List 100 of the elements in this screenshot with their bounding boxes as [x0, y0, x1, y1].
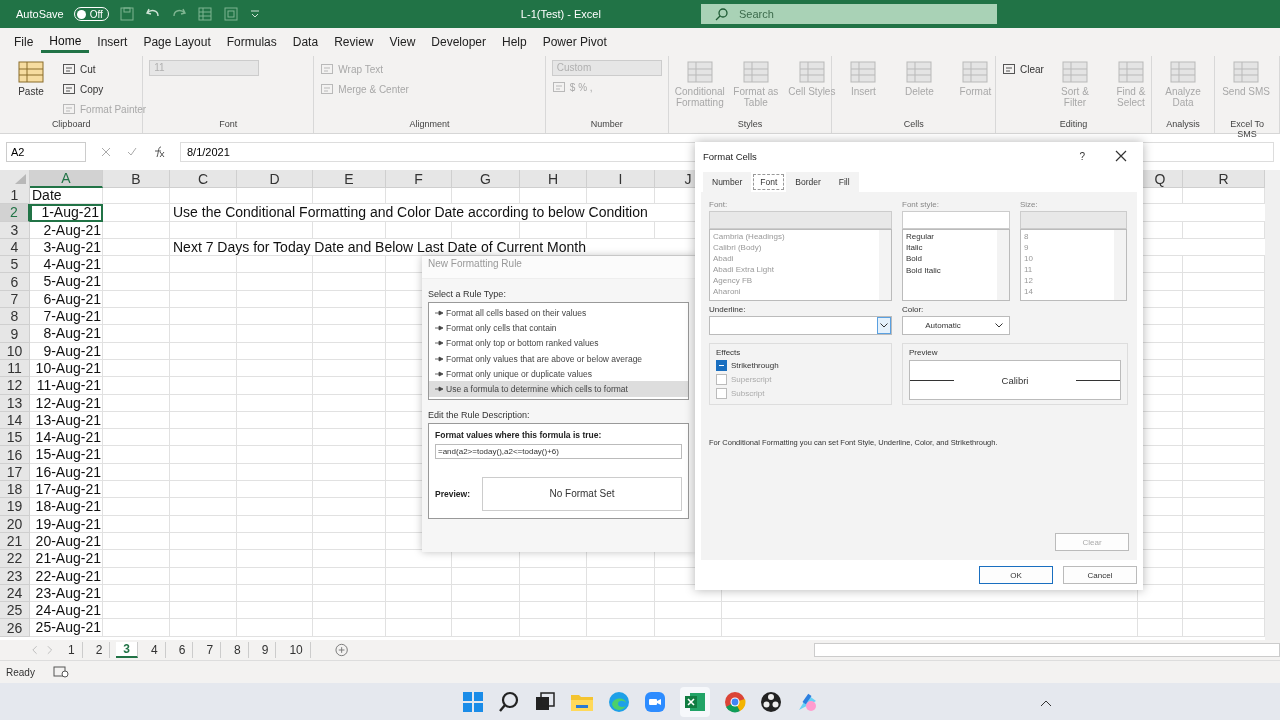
- column-header[interactable]: B: [103, 170, 170, 188]
- row-header[interactable]: 6: [0, 273, 30, 291]
- menu-tab[interactable]: Data: [284, 29, 327, 55]
- help-button[interactable]: ?: [1079, 150, 1085, 162]
- row-header[interactable]: 16: [0, 446, 30, 464]
- ribbon-command[interactable]: Paste: [6, 60, 56, 118]
- column-header[interactable]: A: [30, 170, 103, 188]
- dialog-tab[interactable]: Border: [786, 172, 830, 192]
- effect-checkbox[interactable]: Strikethrough: [716, 360, 885, 371]
- dialog-button[interactable]: OK: [979, 566, 1053, 584]
- font-style-input[interactable]: [902, 211, 1010, 229]
- menu-tab[interactable]: View: [381, 29, 424, 55]
- sheet-tab[interactable]: 6: [171, 642, 194, 658]
- function-icon[interactable]: [152, 146, 166, 158]
- row-header[interactable]: 12: [0, 377, 30, 395]
- sheet-tab[interactable]: 2: [88, 642, 111, 658]
- row-header[interactable]: 1: [0, 187, 30, 205]
- font-style-option[interactable]: Italic: [906, 243, 994, 255]
- sheet-tab[interactable]: 4: [144, 642, 166, 658]
- add-sheet-icon[interactable]: [334, 643, 349, 657]
- column-header[interactable]: D: [237, 170, 313, 188]
- accessibility-icon[interactable]: [52, 666, 69, 678]
- menu-tab[interactable]: Power Pivot: [534, 29, 615, 55]
- menu-tab[interactable]: Formulas: [218, 29, 285, 55]
- horizontal-scrollbar[interactable]: [814, 643, 1280, 657]
- menu-tab[interactable]: Home: [41, 31, 90, 53]
- row-header[interactable]: 22: [0, 550, 30, 568]
- rule-type-item[interactable]: Format only cells that contain: [429, 320, 688, 336]
- column-header[interactable]: G: [452, 170, 520, 188]
- row-header[interactable]: 9: [0, 325, 30, 343]
- formula-input[interactable]: =and(a2>=today(),a2<=today()+6): [435, 443, 682, 459]
- color-dropdown[interactable]: Automatic: [902, 316, 1010, 335]
- sheet-tab[interactable]: 9: [254, 642, 277, 658]
- browser-icon[interactable]: [608, 690, 630, 713]
- enter-icon[interactable]: [126, 146, 138, 158]
- scrollbar[interactable]: [997, 230, 1009, 300]
- video-call-icon[interactable]: [644, 690, 666, 713]
- select-all-corner[interactable]: [0, 170, 30, 188]
- scroll-right-icon[interactable]: [45, 645, 55, 655]
- row-header[interactable]: 25: [0, 602, 30, 620]
- dialog-button[interactable]: Cancel: [1063, 566, 1137, 584]
- sheet-tab[interactable]: 8: [227, 642, 249, 658]
- task-view-icon[interactable]: [534, 690, 556, 713]
- menu-tab[interactable]: Page Layout: [135, 29, 219, 55]
- scroll-left-icon[interactable]: [30, 645, 40, 655]
- dialog-tab[interactable]: Number: [703, 172, 752, 192]
- row-header[interactable]: 19: [0, 498, 30, 516]
- column-header[interactable]: F: [386, 170, 452, 188]
- sheet-tab[interactable]: 3: [116, 642, 138, 658]
- menu-tab[interactable]: Review: [326, 29, 382, 55]
- search-field[interactable]: Search: [700, 4, 997, 24]
- ribbon-command[interactable]: Cut: [62, 60, 147, 78]
- size-input[interactable]: [1020, 211, 1127, 229]
- row-header[interactable]: 26: [0, 619, 30, 637]
- column-header[interactable]: I: [587, 170, 655, 188]
- ribbon-command[interactable]: Clear: [1002, 60, 1044, 78]
- underline-dropdown[interactable]: [709, 316, 892, 335]
- menu-tab[interactable]: Help: [494, 29, 535, 55]
- close-icon[interactable]: [1115, 150, 1127, 162]
- row-header[interactable]: 5: [0, 256, 30, 274]
- cancel-icon[interactable]: [100, 146, 112, 158]
- column-header[interactable]: H: [520, 170, 587, 188]
- windows-start-icon[interactable]: [462, 690, 484, 713]
- menu-tab[interactable]: Developer: [423, 29, 494, 55]
- rule-type-item[interactable]: Format only top or bottom ranked values: [429, 335, 688, 351]
- rule-type-item[interactable]: Format all cells based on their values: [429, 305, 688, 321]
- chrome-icon[interactable]: [724, 690, 746, 713]
- name-box[interactable]: A2: [6, 142, 86, 162]
- customize-icon[interactable]: [248, 8, 261, 20]
- rule-type-item[interactable]: Format only values that are above or below average: [429, 350, 688, 367]
- scrollbar[interactable]: [879, 230, 891, 300]
- menu-tab[interactable]: Insert: [89, 29, 136, 55]
- menu-tab[interactable]: File: [6, 29, 42, 55]
- font-style-option[interactable]: Bold Italic: [906, 265, 994, 277]
- font-input[interactable]: [709, 211, 892, 229]
- rule-type-item[interactable]: Use a formula to determine which cells to format: [429, 381, 688, 397]
- form-icon[interactable]: [222, 6, 239, 22]
- font-style-list[interactable]: Regular Italic Bold Bold Italic: [902, 229, 1010, 301]
- ribbon-command[interactable]: Copy: [62, 80, 147, 98]
- table-icon[interactable]: [196, 6, 213, 22]
- row-header[interactable]: 2: [0, 204, 30, 222]
- vertical-scrollbar[interactable]: [1265, 170, 1280, 640]
- dialog-tab[interactable]: Fill: [829, 172, 859, 192]
- column-header[interactable]: E: [313, 170, 386, 188]
- rule-type-item[interactable]: Format only unique or duplicate values: [429, 366, 688, 382]
- spreadsheet-app-icon[interactable]: [680, 686, 710, 717]
- recorder-icon[interactable]: [760, 690, 782, 713]
- save-icon[interactable]: [118, 6, 135, 22]
- sheet-tab[interactable]: 10: [282, 642, 311, 658]
- column-header[interactable]: R: [1183, 170, 1265, 188]
- sheet-tab[interactable]: 7: [199, 642, 222, 658]
- dialog-tab[interactable]: Font: [751, 172, 787, 192]
- scrollbar[interactable]: [1114, 230, 1126, 300]
- sheet-tab[interactable]: 1: [60, 642, 83, 658]
- font-style-option[interactable]: Bold: [906, 254, 994, 266]
- row-header[interactable]: 8: [0, 308, 30, 326]
- chevron-up-icon[interactable]: [1040, 699, 1052, 707]
- column-header[interactable]: C: [170, 170, 237, 188]
- row-header[interactable]: 18: [0, 481, 30, 499]
- row-header[interactable]: 15: [0, 429, 30, 447]
